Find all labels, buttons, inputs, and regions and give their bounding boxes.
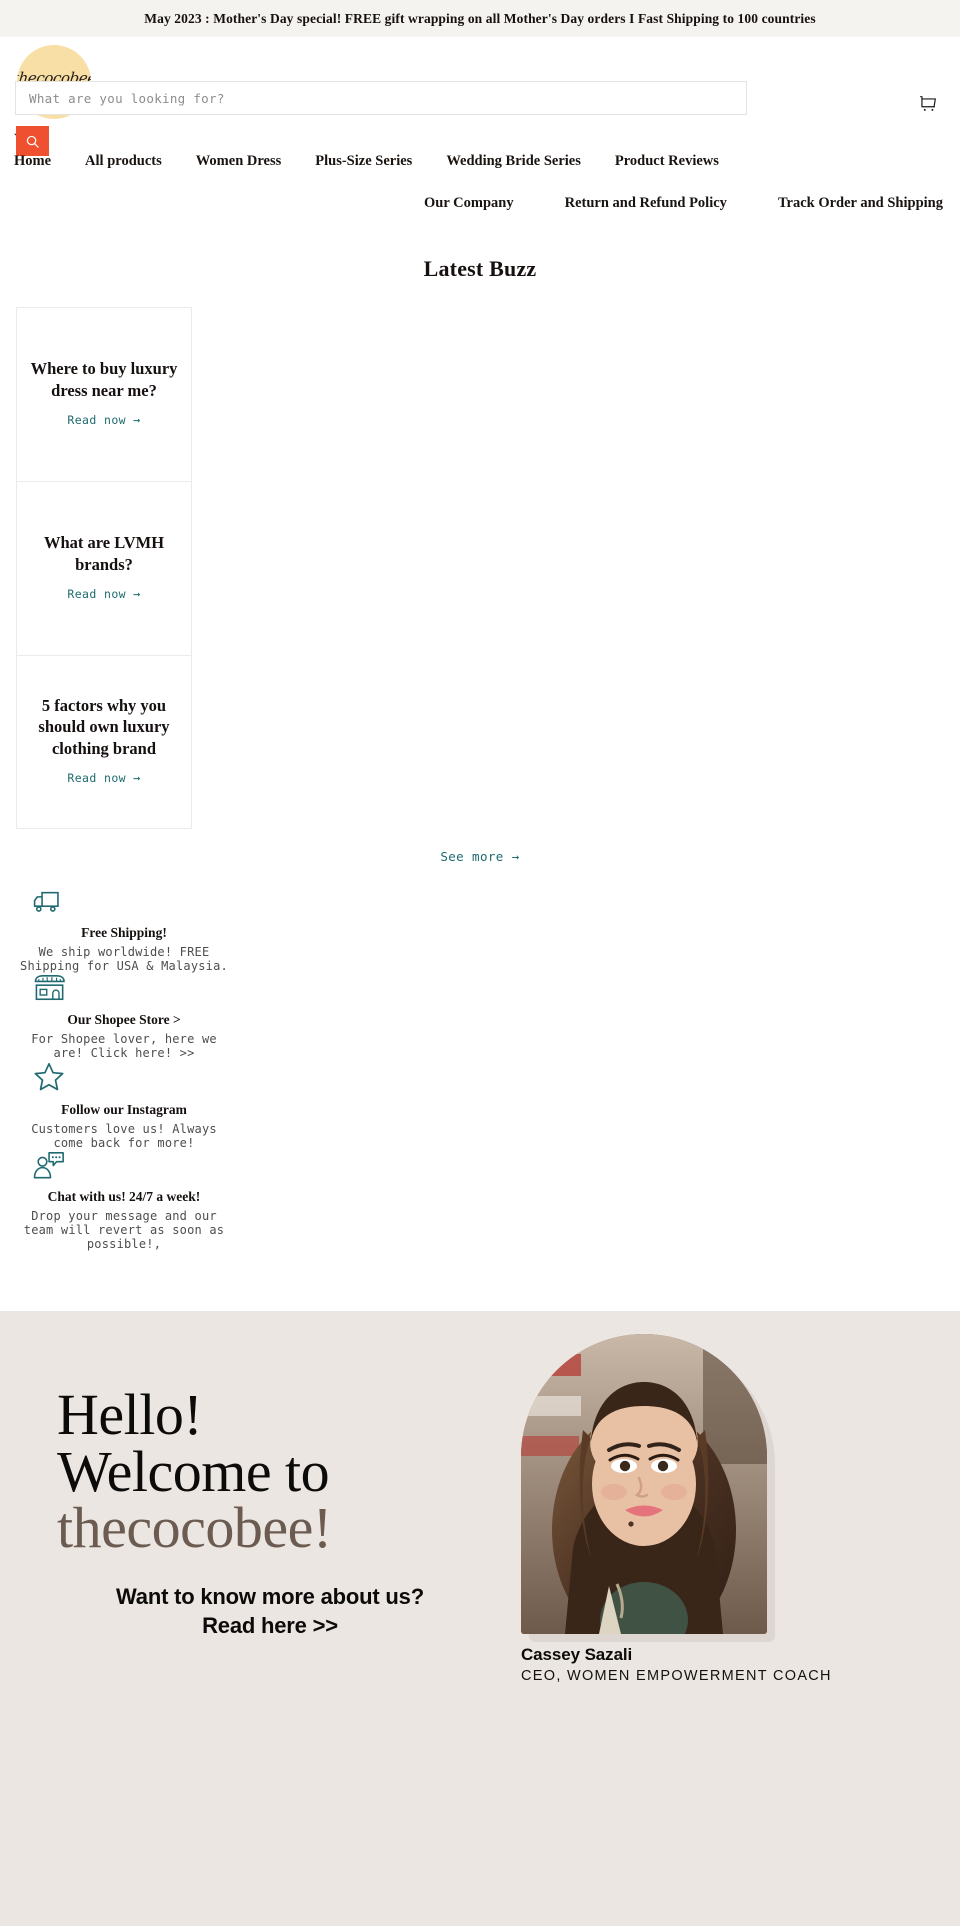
read-now-link[interactable]: Read now → [67, 771, 140, 785]
feature-instagram: Follow our Instagram Customers love us! … [14, 1061, 234, 1150]
blog-card[interactable]: 5 factors why you should own luxury clot… [16, 655, 192, 829]
blog-card[interactable]: What are LVMH brands? Read now → [16, 481, 192, 655]
nav-item-plus-size-series[interactable]: Plus-Size Series [315, 151, 412, 172]
announcement-text: May 2023 : Mother's Day special! FREE gi… [144, 10, 816, 26]
search-input[interactable] [29, 90, 746, 106]
section-title-latest-buzz: Latest Buzz [423, 256, 537, 281]
welcome-heading: Hello! Welcome to thecocobee! [57, 1382, 527, 1560]
arrow-right-icon: → [511, 849, 520, 864]
arrow-right-icon: → [132, 586, 141, 601]
nav-item-all-products[interactable]: All products [85, 151, 162, 172]
search-row [0, 45, 960, 156]
star-outline-icon [32, 1061, 66, 1093]
feature-text: We ship worldwide! FREE Shipping for USA… [20, 945, 228, 974]
nav-item-track-order-shipping[interactable]: Track Order and Shipping [778, 193, 943, 214]
welcome-line-2: Welcome to [57, 1438, 330, 1504]
blog-card[interactable]: Where to buy luxury dress near me? Read … [16, 307, 192, 481]
feature-free-shipping: Free Shipping! We ship worldwide! FREE S… [14, 888, 234, 973]
see-more-wrap: See more → [0, 849, 960, 864]
cart-button[interactable] [914, 90, 942, 118]
feature-title: Free Shipping! [81, 925, 167, 940]
delivery-truck-icon [32, 888, 68, 916]
portrait-image [521, 1334, 767, 1635]
founder-portrait [521, 1334, 775, 1643]
search-field[interactable] [15, 81, 747, 115]
feature-chat: Chat with us! 24/7 a week! Drop your mes… [14, 1150, 234, 1251]
feature-shopee-store: Our Shopee Store > For Shopee lover, her… [14, 973, 234, 1060]
shopping-cart-icon [920, 96, 936, 111]
nav-item-our-company[interactable]: Our Company [424, 193, 514, 214]
nav-row-secondary: Our Company Return and Refund Policy Tra… [14, 193, 946, 214]
arrow-right-icon: → [132, 770, 141, 785]
welcome-section: Hello! Welcome to thecocobee! Want to kn… [0, 1311, 960, 1926]
nav-row-primary: Home All products Women Dress Plus-Size … [14, 151, 946, 172]
blog-card-list: Where to buy luxury dress near me? Read … [0, 307, 960, 829]
read-now-label: Read now [67, 586, 126, 601]
feature-text: Drop your message and our team will reve… [23, 1208, 225, 1252]
arrow-right-icon: → [132, 412, 141, 427]
about-us-cta[interactable]: Want to know more about us? Read here >> [50, 1583, 490, 1639]
see-more-link[interactable]: See more → [440, 849, 519, 864]
search-icon [26, 135, 39, 148]
nav-item-home[interactable]: Home [14, 151, 51, 172]
feature-title: Follow our Instagram [61, 1101, 187, 1117]
blog-card-title: Where to buy luxury dress near me? [30, 359, 178, 400]
chat-person-icon [32, 1150, 68, 1180]
page-root: May 2023 : Mother's Day special! FREE gi… [0, 0, 960, 1926]
site-header: thecocobee beauty fashion VIP store [0, 37, 960, 214]
read-now-label: Read now [67, 770, 126, 785]
read-now-label: Read now [67, 412, 126, 427]
feature-text: For Shopee lover, here we are! Click her… [31, 1032, 217, 1061]
latest-buzz-section: Latest Buzz Where to buy luxury dress ne… [0, 256, 960, 864]
nav-item-women-dress[interactable]: Women Dress [196, 151, 282, 172]
main-navigation: Home All products Women Dress Plus-Size … [0, 151, 960, 214]
founder-role: CEO, WOMEN EMPOWERMENT COACH [521, 1668, 832, 1685]
about-us-cta-line-1: Want to know more about us? [116, 1584, 424, 1610]
feature-title: Chat with us! 24/7 a week! [47, 1188, 201, 1204]
blog-card-title: 5 factors why you should own luxury clot… [38, 696, 170, 758]
storefront-icon [32, 973, 68, 1003]
welcome-line-3-brand: thecocobee! [57, 1494, 332, 1560]
read-now-link[interactable]: Read now → [67, 587, 140, 601]
see-more-label: See more [440, 849, 504, 864]
feature-text: Customers love us! Always come back for … [31, 1121, 217, 1150]
read-now-link[interactable]: Read now → [67, 413, 140, 427]
welcome-line-1: Hello! [57, 1382, 203, 1448]
features-section: Free Shipping! We ship worldwide! FREE S… [0, 888, 960, 1251]
founder-name: Cassey Sazali [521, 1645, 633, 1665]
blog-card-title: What are LVMH brands? [43, 533, 165, 574]
nav-item-wedding-bride-series[interactable]: Wedding Bride Series [446, 151, 581, 172]
about-us-cta-line-2: Read here >> [202, 1612, 338, 1638]
feature-title: Our Shopee Store > [67, 1012, 181, 1028]
founder-caption: Cassey Sazali CEO, WOMEN EMPOWERMENT COA… [521, 1645, 941, 1684]
nav-item-product-reviews[interactable]: Product Reviews [615, 151, 719, 172]
announcement-bar: May 2023 : Mother's Day special! FREE gi… [0, 0, 960, 37]
nav-item-return-refund-policy[interactable]: Return and Refund Policy [565, 193, 727, 214]
